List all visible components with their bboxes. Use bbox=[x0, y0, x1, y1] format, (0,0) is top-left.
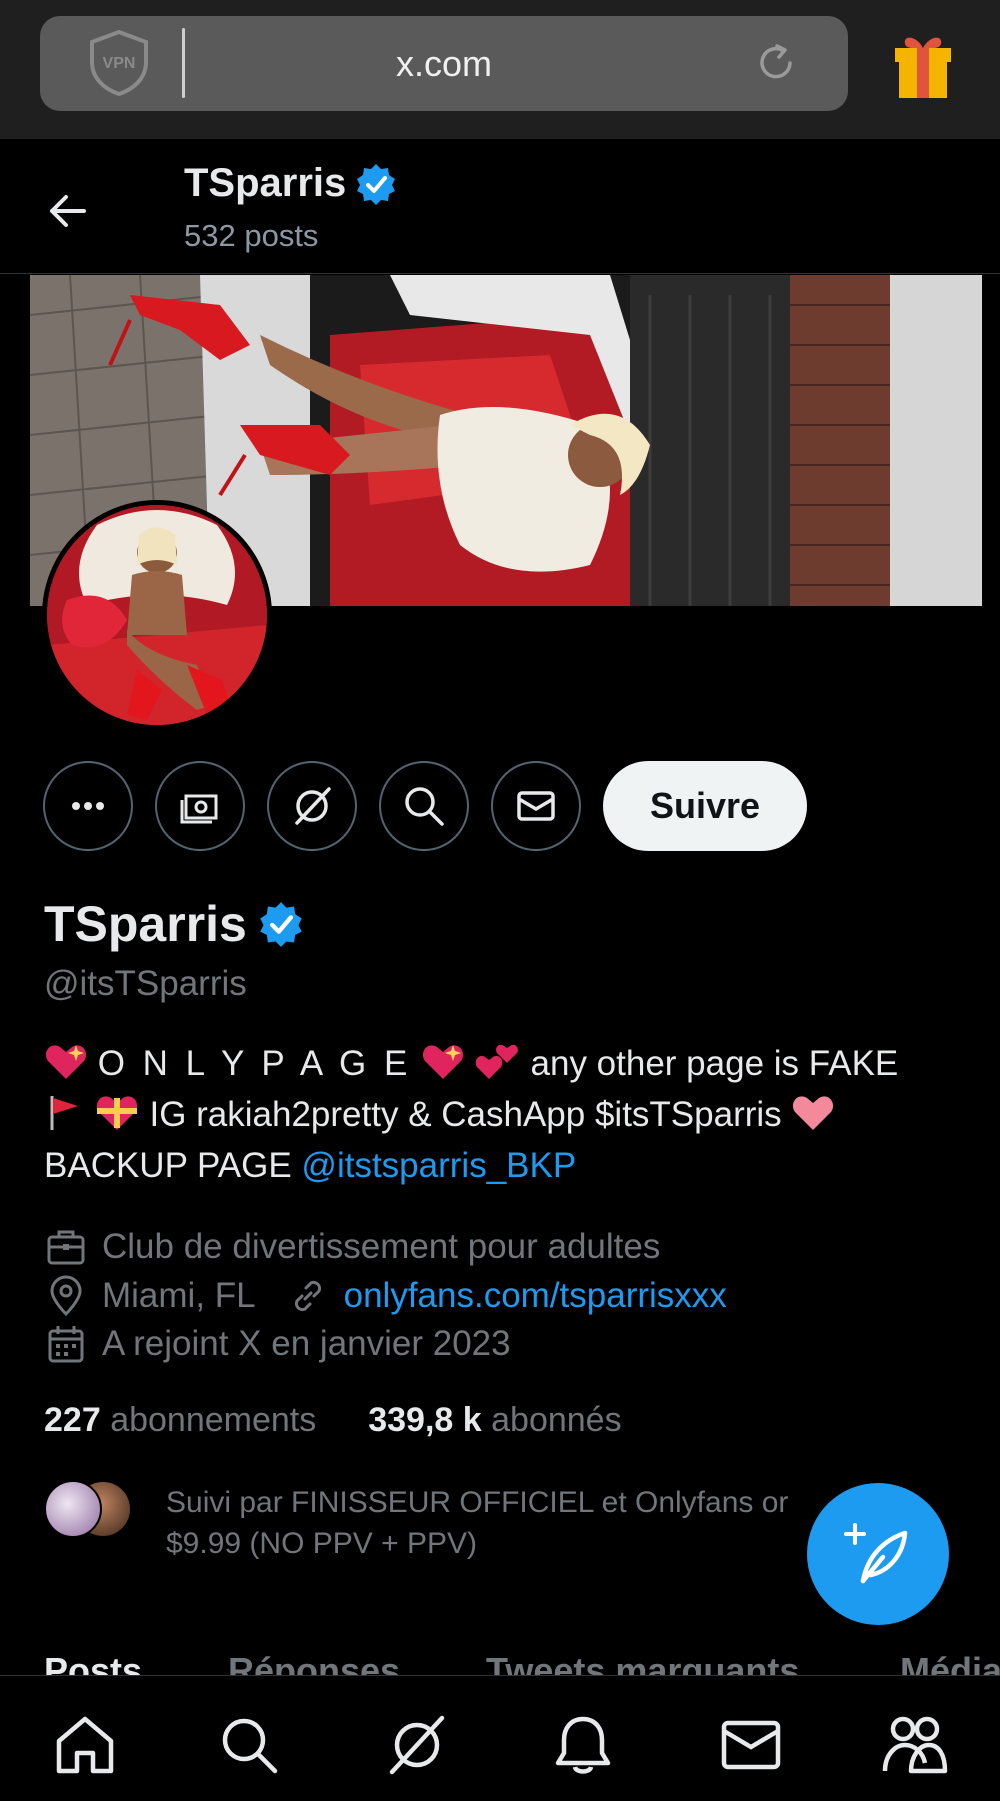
grok-icon bbox=[389, 1715, 445, 1775]
followers-link[interactable]: 339,8 k abonnés bbox=[368, 1401, 621, 1440]
reload-icon[interactable] bbox=[754, 40, 800, 86]
more-icon bbox=[72, 802, 104, 810]
posts-count: 532 posts bbox=[184, 218, 319, 253]
following-link[interactable]: 227 abonnements bbox=[44, 1401, 316, 1440]
profile-tabs: Posts Réponses Tweets marquants Média bbox=[0, 1640, 1000, 1676]
bio-socials-text: IG rakiah2pretty & CashApp $itsTSparris bbox=[149, 1095, 782, 1134]
nav-grok[interactable] bbox=[382, 1710, 452, 1780]
url-text[interactable]: x.com bbox=[40, 16, 848, 111]
heart-ribbon-icon bbox=[94, 1092, 140, 1132]
notifications-icon bbox=[555, 1716, 611, 1774]
bio-backup-text: BACKUP PAGE bbox=[44, 1146, 292, 1185]
compose-post-button[interactable] bbox=[807, 1483, 949, 1625]
followers-count: 339,8 k bbox=[368, 1401, 482, 1439]
money-icon bbox=[180, 794, 218, 824]
header-name: TSparris bbox=[184, 161, 347, 205]
home-icon bbox=[56, 1716, 114, 1774]
location-pin-icon bbox=[50, 1275, 82, 1317]
communities-icon bbox=[882, 1716, 948, 1774]
tab-replies[interactable]: Réponses bbox=[228, 1650, 400, 1676]
profile-handle: @itsTSparris bbox=[44, 964, 247, 1003]
calendar-icon bbox=[48, 1326, 84, 1363]
back-arrow-icon bbox=[50, 195, 86, 227]
follow-stats: 227 abonnements 339,8 k abonnés bbox=[44, 1401, 622, 1440]
bottom-navigation bbox=[0, 1675, 1000, 1801]
back-button[interactable] bbox=[40, 183, 96, 239]
nav-home[interactable] bbox=[50, 1710, 120, 1780]
profile-joined-row: A rejoint X en janvier 2023 bbox=[44, 1320, 511, 1368]
following-label: abonnements bbox=[110, 1401, 317, 1439]
address-bar[interactable]: VPN x.com bbox=[40, 16, 848, 111]
nav-messages[interactable] bbox=[716, 1710, 786, 1780]
search-icon bbox=[222, 1718, 278, 1774]
follow-button[interactable]: Suivre bbox=[603, 761, 807, 851]
profile-joined-date: A rejoint X en janvier 2023 bbox=[102, 1324, 511, 1363]
nav-notifications[interactable] bbox=[548, 1710, 618, 1780]
bio-line-3: BACKUP PAGE @itstsparris_BKP bbox=[44, 1140, 974, 1191]
profile-header: TSparris 532 posts bbox=[0, 139, 1000, 274]
followed-by-text[interactable]: Suivi par FINISSEUR OFFICIEL et Onlyfans… bbox=[166, 1482, 846, 1564]
profile-website-link[interactable]: onlyfans.com/tsparrisxxx bbox=[344, 1276, 727, 1316]
profile-location: Miami, FL bbox=[102, 1276, 256, 1315]
bio-line-1: O N L Y P A G E any other page is FAKE bbox=[44, 1038, 974, 1089]
grok-icon bbox=[295, 787, 331, 825]
message-button[interactable] bbox=[491, 761, 581, 851]
gift-icon[interactable] bbox=[891, 30, 955, 100]
profile-avatar[interactable] bbox=[42, 500, 272, 730]
tab-posts[interactable]: Posts bbox=[44, 1650, 142, 1676]
search-profile-button[interactable] bbox=[379, 761, 469, 851]
verified-badge-icon[interactable] bbox=[257, 900, 305, 948]
bio-line-2: IG rakiah2pretty & CashApp $itsTSparris bbox=[44, 1089, 974, 1140]
compose-feather-icon bbox=[844, 1523, 908, 1584]
envelope-icon bbox=[517, 791, 555, 821]
bio-only-page-text: O N L Y P A G E bbox=[97, 1044, 412, 1083]
profile-bio: O N L Y P A G E any other page is FAKE I… bbox=[44, 1038, 974, 1191]
sparkling-heart-icon bbox=[421, 1041, 465, 1081]
header-title: TSparris bbox=[184, 161, 398, 206]
profile-category-row: Club de divertissement pour adultes bbox=[44, 1223, 660, 1271]
profile-name: TSparris bbox=[44, 895, 305, 953]
browser-toolbar: VPN x.com bbox=[0, 0, 1000, 139]
tab-highlights[interactable]: Tweets marquants bbox=[486, 1650, 799, 1676]
pink-heart-icon bbox=[791, 1092, 835, 1132]
briefcase-icon bbox=[47, 1230, 85, 1265]
link-icon bbox=[294, 1280, 321, 1312]
display-name: TSparris bbox=[44, 896, 247, 952]
tab-media[interactable]: Média bbox=[900, 1650, 1000, 1676]
subscribe-button[interactable] bbox=[155, 761, 245, 851]
red-flag-icon bbox=[44, 1092, 84, 1132]
grok-button[interactable] bbox=[267, 761, 357, 851]
more-options-button[interactable] bbox=[43, 761, 133, 851]
followed-by-line-1: Suivi par FINISSEUR OFFICIEL et Onlyfans… bbox=[166, 1486, 789, 1519]
nav-explore[interactable] bbox=[214, 1710, 284, 1780]
followers-label: abonnés bbox=[491, 1401, 622, 1439]
following-count: 227 bbox=[44, 1401, 101, 1439]
nav-communities[interactable] bbox=[880, 1710, 950, 1780]
sparkling-heart-icon bbox=[44, 1041, 88, 1081]
profile-location-row: Miami, FL onlyfans.com/tsparrisxxx bbox=[44, 1272, 727, 1320]
backup-account-link[interactable]: @itstsparris_BKP bbox=[301, 1146, 576, 1185]
follower-avatar bbox=[44, 1480, 102, 1538]
followed-by-line-2: $9.99 (NO PPV + PPV) bbox=[166, 1527, 477, 1560]
verified-badge-icon bbox=[354, 162, 398, 206]
bio-fake-warning: any other page is FAKE bbox=[530, 1044, 899, 1083]
search-icon bbox=[405, 787, 444, 826]
two-hearts-icon bbox=[475, 1041, 521, 1081]
messages-icon bbox=[721, 1720, 781, 1770]
profile-category: Club de divertissement pour adultes bbox=[102, 1227, 661, 1266]
